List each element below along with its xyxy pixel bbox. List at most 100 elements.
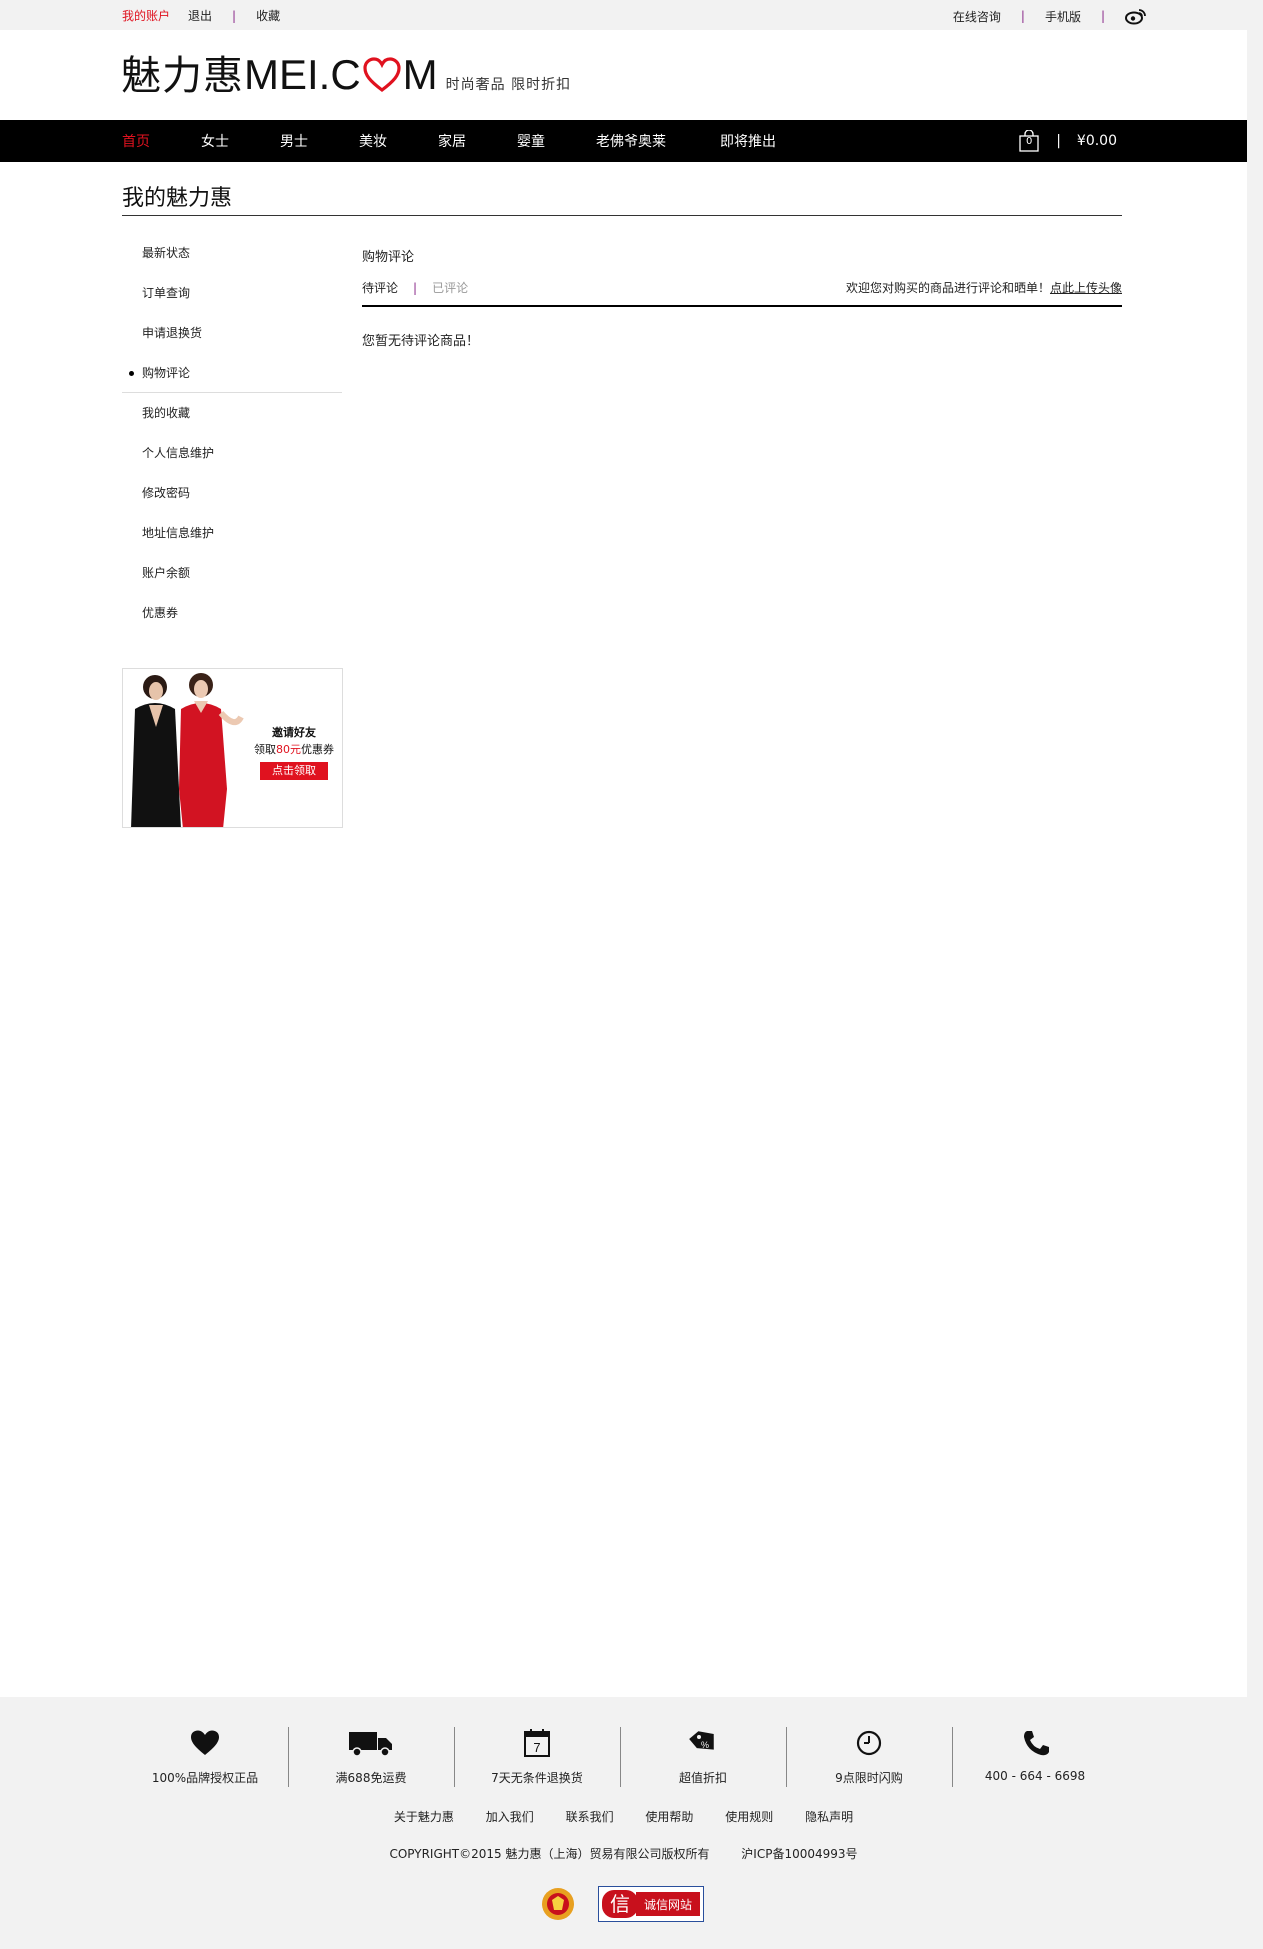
cart-separator: | xyxy=(1056,133,1061,149)
claim-coupon-button[interactable]: 点击领取 xyxy=(260,762,328,780)
logout-link[interactable]: 退出 xyxy=(188,7,212,24)
truck-icon xyxy=(348,1729,394,1757)
nav-list: 首页 女士 男士 美妆 家居 婴童 老佛爷奥莱 即将推出 xyxy=(122,120,810,162)
cart-count: 0 xyxy=(1026,136,1033,147)
shopping-bag-icon: 0 xyxy=(1018,129,1040,152)
separator: | xyxy=(232,8,237,23)
invite-friends-banner[interactable]: 邀请好友 领取80元优惠券 点击领取 xyxy=(122,668,343,828)
sidebar-item-addresses[interactable]: 地址信息维护 xyxy=(122,518,342,558)
sidebar-item-profile[interactable]: 个人信息维护 xyxy=(122,438,342,478)
nav-item-women[interactable]: 女士 xyxy=(201,131,280,151)
upload-avatar-link[interactable]: 点此上传头像 xyxy=(1050,281,1122,295)
tab-pending-reviews[interactable]: 待评论 xyxy=(362,279,398,296)
promo-line2-post: 优惠券 xyxy=(301,743,334,756)
section-title: 购物评论 xyxy=(362,250,415,265)
models-photo xyxy=(123,669,249,827)
police-seal-icon[interactable] xyxy=(540,1886,576,1922)
clock-icon xyxy=(853,1729,885,1757)
feature-label: 7天无条件退换货 xyxy=(491,1771,583,1785)
nav-item-kids[interactable]: 婴童 xyxy=(517,131,596,151)
nav-item-beauty[interactable]: 美妆 xyxy=(359,131,438,151)
my-account-link[interactable]: 我的账户 xyxy=(122,7,170,24)
nav-item-home[interactable]: 首页 xyxy=(122,131,201,151)
account-sidebar: 最新状态 订单查询 申请退换货 购物评论 我的收藏 个人信息维护 修改密码 地址… xyxy=(122,238,342,638)
site-logo[interactable]: 魅力惠 MEI.C M 时尚奢品 限时折扣 xyxy=(121,53,572,99)
cart-total: ¥0.00 xyxy=(1076,133,1117,149)
feature-hotline: 400 - 664 - 6698 xyxy=(952,1727,1118,1787)
footer-link-about[interactable]: 关于魅力惠 xyxy=(394,1810,454,1824)
review-hint: 欢迎您对购买的商品进行评论和晒单！点此上传头像 xyxy=(846,279,1122,296)
feature-returns: 7 7天无条件退换货 xyxy=(454,1727,620,1787)
top-utility-bar: 我的账户 退出 | 收藏 在线咨询 | 手机版 | xyxy=(0,0,1247,30)
feature-label: 9点限时闪购 xyxy=(835,1771,903,1785)
heart-icon xyxy=(189,1729,221,1757)
separator: | xyxy=(1100,9,1105,23)
feature-label: 满688免运费 xyxy=(335,1771,407,1785)
page-title: 我的魅力惠 xyxy=(122,186,233,211)
tab-divider xyxy=(362,305,1122,307)
online-consult-link[interactable]: 在线咨询 xyxy=(953,8,1001,25)
review-hint-text: 欢迎您对购买的商品进行评论和晒单！ xyxy=(845,281,1050,295)
promo-amount: 80元 xyxy=(276,743,301,756)
logo-english-right: M xyxy=(402,51,438,98)
sidebar-divider xyxy=(122,392,342,393)
account-links: 我的账户 退出 | 收藏 xyxy=(122,7,280,24)
cart-button[interactable]: 0 | ¥0.00 xyxy=(1018,129,1117,152)
footer-link-join[interactable]: 加入我们 xyxy=(486,1810,534,1824)
credible-badge-char: 信 xyxy=(610,1892,630,1916)
footer-link-contact[interactable]: 联系我们 xyxy=(566,1810,614,1824)
feature-authentic: 100%品牌授权正品 xyxy=(122,1727,288,1787)
sidebar-item-latest-status[interactable]: 最新状态 xyxy=(122,238,342,278)
footer-link-privacy[interactable]: 隐私声明 xyxy=(805,1810,853,1824)
promo-text: 邀请好友 领取80元优惠券 点击领取 xyxy=(249,724,339,780)
sidebar-item-password[interactable]: 修改密码 xyxy=(122,478,342,518)
service-links: 在线咨询 | 手机版 | xyxy=(953,7,1147,25)
icp-license[interactable]: 沪ICP备10004993号 xyxy=(741,1847,857,1861)
nav-item-coming-soon[interactable]: 即将推出 xyxy=(720,131,810,151)
footer-link-rules[interactable]: 使用规则 xyxy=(725,1810,773,1824)
empty-state-message: 您暂无待评论商品！ xyxy=(362,334,480,349)
sidebar-item-returns[interactable]: 申请退换货 xyxy=(122,318,342,358)
phone-icon xyxy=(1019,1729,1051,1757)
logo-english-left: MEI.C xyxy=(244,51,361,98)
copyright-line: COPYRIGHT©2015 魅力惠（上海）贸易有限公司版权所有 沪ICP备10… xyxy=(0,1845,1247,1862)
review-tabs: 待评论 | 已评论 xyxy=(362,279,468,296)
sidebar-item-balance[interactable]: 账户余额 xyxy=(122,558,342,598)
nav-item-outlet[interactable]: 老佛爷奥莱 xyxy=(596,131,720,151)
promo-line1: 邀请好友 xyxy=(272,726,316,739)
vertical-scrollbar[interactable] xyxy=(1247,0,1263,1949)
heart-logo-icon xyxy=(362,57,402,93)
upload-avatar-label: 点此上传头像 xyxy=(1049,281,1122,295)
copyright-text: COPYRIGHT©2015 魅力惠（上海）贸易有限公司版权所有 xyxy=(389,1847,710,1861)
service-features: 100%品牌授权正品 满688免运费 7 7天无条件退换货 % 超值折扣 9点限… xyxy=(122,1727,1122,1787)
feature-free-shipping: 满688免运费 xyxy=(288,1727,454,1787)
title-divider xyxy=(122,215,1122,216)
promo-line2-pre: 领取 xyxy=(254,743,276,756)
feature-label: 100%品牌授权正品 xyxy=(151,1771,259,1785)
nav-item-men[interactable]: 男士 xyxy=(280,131,359,151)
nav-item-home-living[interactable]: 家居 xyxy=(438,131,517,151)
calendar-number: 7 xyxy=(533,1740,540,1755)
mobile-version-link[interactable]: 手机版 xyxy=(1045,8,1081,25)
site-header: 魅力惠 MEI.C M 时尚奢品 限时折扣 xyxy=(0,30,1247,120)
svg-text:%: % xyxy=(701,1740,709,1750)
sidebar-item-coupons[interactable]: 优惠券 xyxy=(122,598,342,638)
credible-site-badge[interactable]: 信诚信网站 xyxy=(598,1886,704,1922)
footer-links: 关于魅力惠 加入我们 联系我们 使用帮助 使用规则 隐私声明 xyxy=(0,1808,1247,1825)
promo-line2: 领取80元优惠券 xyxy=(249,741,339,758)
footer-link-help[interactable]: 使用帮助 xyxy=(645,1810,693,1824)
weibo-icon[interactable] xyxy=(1125,7,1147,25)
price-tag-icon: % xyxy=(687,1729,719,1757)
feature-label: 400 - 664 - 6698 xyxy=(984,1769,1086,1783)
logo-tagline: 时尚奢品 限时折扣 xyxy=(445,77,572,93)
feature-label: 超值折扣 xyxy=(678,1771,727,1785)
credible-badge-text: 诚信网站 xyxy=(644,1898,692,1912)
site-footer: 100%品牌授权正品 满688免运费 7 7天无条件退换货 % 超值折扣 9点限… xyxy=(0,1697,1247,1949)
page: 我的账户 退出 | 收藏 在线咨询 | 手机版 | 魅力惠 MEI.C M 时尚… xyxy=(0,0,1247,1949)
logo-english: MEI.C M xyxy=(244,54,438,96)
tab-completed-reviews[interactable]: 已评论 xyxy=(432,279,468,296)
sidebar-item-order-query[interactable]: 订单查询 xyxy=(122,278,342,318)
favorites-link[interactable]: 收藏 xyxy=(256,7,280,24)
logo-chinese: 魅力惠 xyxy=(121,53,244,99)
sidebar-item-favorites[interactable]: 我的收藏 xyxy=(122,398,342,438)
